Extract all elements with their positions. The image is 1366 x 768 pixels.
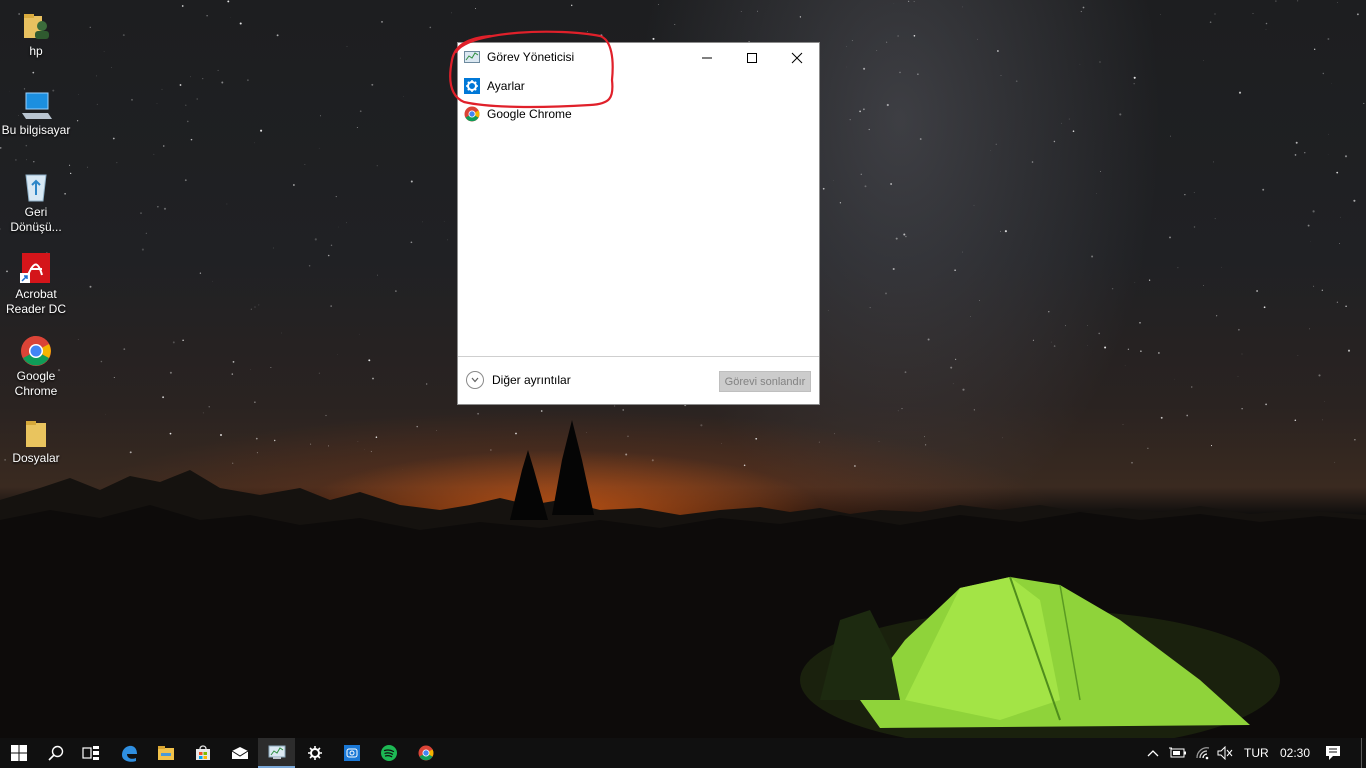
task-manager-window: Görev Yöneticisi Ayarlar Google Chrome D… (457, 42, 820, 405)
file-explorer-icon (157, 746, 174, 760)
mail-icon (231, 747, 248, 759)
show-hidden-icons-button[interactable] (1142, 738, 1164, 768)
taskbar-camera-app[interactable] (333, 738, 370, 768)
maximize-button[interactable] (729, 43, 774, 72)
close-button[interactable] (774, 43, 819, 72)
taskbar-spotify[interactable] (370, 738, 407, 768)
task-manager-icon (464, 49, 480, 65)
action-center-button[interactable] (1318, 738, 1348, 768)
chrome-icon (20, 335, 52, 367)
taskbar-chrome[interactable] (407, 738, 444, 768)
task-item-chrome[interactable]: Google Chrome (464, 102, 572, 126)
minimize-icon (701, 57, 712, 58)
desktop-icon-label: Google Chrome (14, 369, 58, 398)
desktop-icon-chrome[interactable]: Google Chrome (0, 335, 72, 399)
minimize-button[interactable] (684, 43, 729, 72)
gear-icon (464, 78, 480, 94)
more-details-button[interactable]: Diğer ayrıntılar (466, 371, 571, 389)
clock-time: 02:30 (1280, 746, 1311, 760)
more-details-label: Diğer ayrıntılar (492, 373, 571, 387)
computer-icon (20, 89, 52, 121)
maximize-icon (746, 52, 757, 63)
start-button[interactable] (0, 738, 37, 768)
taskbar-search-button[interactable] (37, 738, 74, 768)
volume-button[interactable] (1214, 738, 1236, 768)
chrome-icon (418, 745, 433, 761)
language-label: TUR (1244, 746, 1269, 760)
user-folder-icon (20, 10, 52, 42)
edge-icon (121, 745, 137, 762)
taskbar-task-manager[interactable] (258, 738, 295, 768)
desktop-icon-acrobat[interactable]: Acrobat Reader DC (0, 253, 72, 317)
show-desktop-button[interactable] (1361, 738, 1362, 768)
taskbar-edge[interactable] (110, 738, 147, 768)
language-indicator[interactable]: TUR (1244, 738, 1269, 768)
taskbar: TUR 02:30 (0, 738, 1366, 768)
footer-divider (458, 356, 819, 357)
task-item-task-manager[interactable]: Görev Yöneticisi (464, 45, 574, 69)
chrome-icon (464, 106, 480, 122)
spotify-icon (380, 745, 397, 761)
folder-icon (20, 417, 52, 449)
network-button[interactable] (1191, 738, 1215, 768)
task-view-button[interactable] (72, 738, 109, 768)
battery-icon (1169, 747, 1186, 758)
taskbar-file-explorer[interactable] (147, 738, 184, 768)
chevron-up-icon (1147, 750, 1159, 757)
taskbar-store[interactable] (184, 738, 221, 768)
task-item-label: Ayarlar (487, 79, 525, 93)
task-item-settings[interactable]: Ayarlar (464, 74, 525, 98)
chevron-down-icon (466, 371, 484, 389)
desktop-icon-recycle-bin[interactable]: Geri Dönüşü... (0, 171, 72, 235)
desktop-icon-hp[interactable]: hp (0, 10, 72, 59)
acrobat-icon (20, 253, 52, 285)
gear-icon (307, 746, 322, 760)
close-icon (791, 52, 802, 63)
search-icon (47, 745, 63, 761)
store-icon (195, 745, 210, 760)
windows-logo-icon (10, 745, 27, 761)
end-task-button[interactable]: Görevi sonlandır (719, 371, 811, 392)
task-item-label: Görev Yöneticisi (487, 50, 575, 64)
task-manager-icon (268, 745, 285, 759)
desktop-icon-label: Geri Dönüşü... (10, 205, 62, 234)
desktop-icon-this-pc[interactable]: Bu bilgisayar (0, 89, 72, 138)
desktop-icon-label: Bu bilgisayar (1, 123, 71, 137)
desktop-icon-files[interactable]: Dosyalar (0, 417, 72, 466)
recycle-bin-icon (20, 171, 52, 203)
camera-app-icon (343, 745, 360, 761)
clock[interactable]: 02:30 (1280, 738, 1310, 768)
notification-icon (1326, 746, 1340, 760)
wifi-icon (1196, 747, 1210, 760)
taskbar-mail[interactable] (221, 738, 258, 768)
battery-button[interactable] (1166, 738, 1190, 768)
desktop-icon-label: Acrobat Reader DC (5, 287, 67, 316)
end-task-label: Görevi sonlandır (724, 375, 806, 388)
desktop-icon-label: Dosyalar (12, 451, 60, 465)
task-view-icon (81, 746, 99, 760)
desktop-icon-label: hp (29, 44, 43, 58)
task-item-label: Google Chrome (487, 107, 572, 121)
taskbar-settings[interactable] (296, 738, 333, 768)
volume-muted-icon (1217, 746, 1233, 760)
